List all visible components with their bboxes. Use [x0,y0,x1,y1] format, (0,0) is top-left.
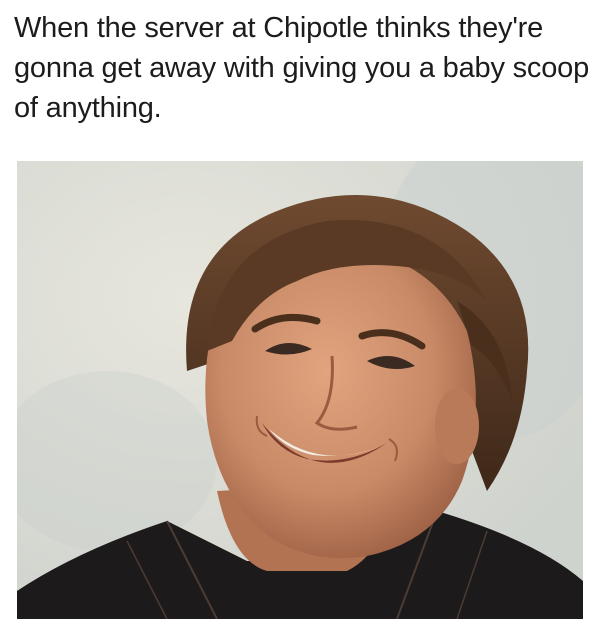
ear [435,388,479,464]
meme-caption: When the server at Chipotle thinks they'… [14,12,590,124]
portrait-illustration [17,161,583,619]
meme-photo [17,161,583,619]
